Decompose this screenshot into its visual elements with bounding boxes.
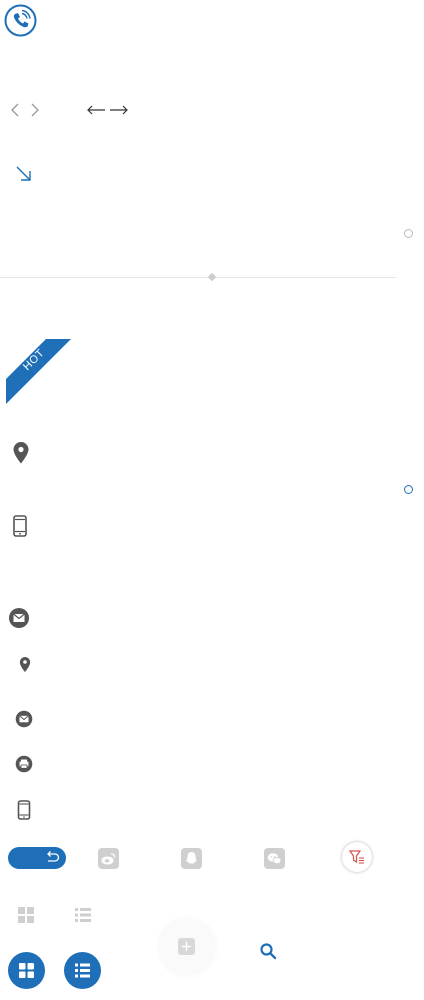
timeline-dot bbox=[404, 229, 413, 238]
divider-line bbox=[0, 277, 396, 278]
map-pin-icon bbox=[11, 441, 31, 465]
filter-icon bbox=[348, 850, 364, 864]
search-icon[interactable] bbox=[259, 942, 277, 960]
weibo-share-button[interactable] bbox=[98, 848, 119, 869]
timeline-dot-active bbox=[404, 485, 413, 494]
list-view-button[interactable] bbox=[64, 952, 101, 989]
plus-icon bbox=[178, 938, 195, 955]
chevron-right-icon[interactable] bbox=[29, 101, 41, 119]
wechat-icon bbox=[267, 853, 282, 865]
arrow-right-icon[interactable] bbox=[109, 103, 129, 117]
grid-icon bbox=[19, 963, 34, 978]
grid-view-icon[interactable] bbox=[17, 906, 35, 924]
mobile-phone-icon bbox=[13, 515, 27, 537]
back-icon bbox=[47, 851, 60, 862]
chevron-left-icon[interactable] bbox=[9, 101, 21, 119]
mobile-phone-icon bbox=[17, 800, 31, 820]
printer-icon bbox=[15, 755, 33, 773]
back-button[interactable] bbox=[8, 847, 66, 869]
arrow-down-right-icon bbox=[15, 165, 33, 183]
weibo-icon bbox=[101, 853, 116, 865]
map-pin-icon bbox=[18, 656, 32, 673]
mail-icon bbox=[15, 710, 33, 728]
list-view-icon[interactable] bbox=[74, 906, 92, 924]
arrow-left-icon[interactable] bbox=[86, 103, 106, 117]
mail-icon bbox=[8, 607, 30, 629]
qq-icon bbox=[186, 852, 197, 864]
phone-ring-icon bbox=[4, 4, 37, 37]
add-button[interactable] bbox=[160, 920, 214, 974]
grid-view-button[interactable] bbox=[8, 952, 45, 989]
filter-button[interactable] bbox=[342, 842, 372, 872]
hot-ribbon: HOT bbox=[6, 339, 71, 404]
wechat-share-button[interactable] bbox=[264, 848, 285, 869]
list-icon bbox=[75, 963, 90, 978]
qq-share-button[interactable] bbox=[181, 848, 202, 869]
divider-diamond bbox=[207, 272, 217, 282]
